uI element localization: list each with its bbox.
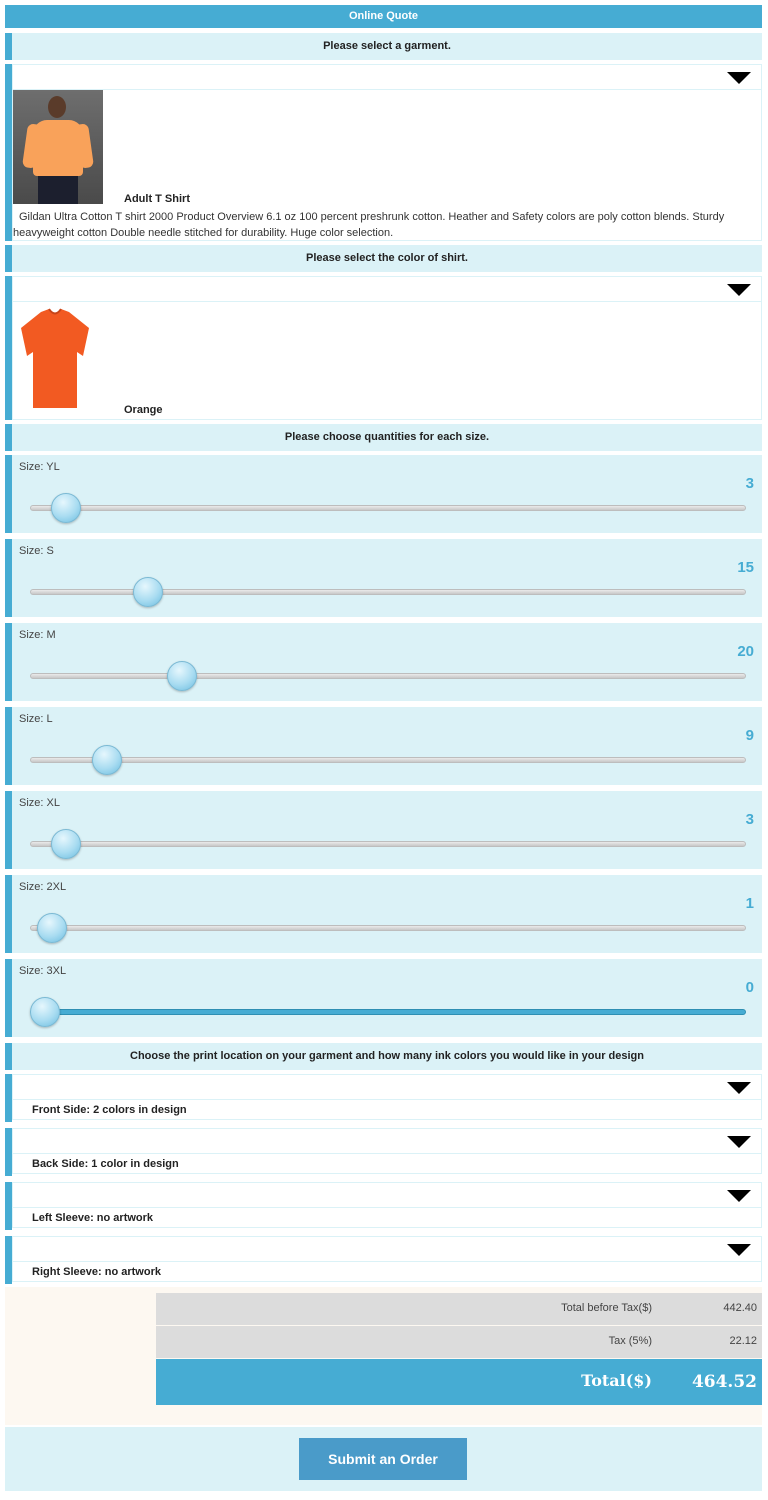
totals-panel: Total before Tax($) 442.40 Tax (5%) 22.1… xyxy=(5,1287,762,1425)
size-label: Size: YL xyxy=(19,461,60,473)
dropdown-arrow-icon[interactable] xyxy=(727,284,751,296)
garment-description: Gildan Ultra Cotton T shirt 2000 Product… xyxy=(13,211,725,239)
shirt-color-image xyxy=(21,308,89,408)
size-slider-row: Size: S 15 xyxy=(5,539,762,617)
print-location-label: Back Side: 1 color in design xyxy=(12,1154,762,1174)
total-before-tax-label: Total before Tax($) xyxy=(561,1302,652,1314)
size-slider-thumb[interactable] xyxy=(50,829,81,859)
size-slider-row: Size: 2XL 1 xyxy=(5,875,762,953)
page-title: Online Quote xyxy=(5,5,762,28)
print-heading: Choose the print location on your garmen… xyxy=(5,1043,762,1070)
size-slider-track[interactable] xyxy=(30,505,746,511)
print-location-select[interactable]: Left Sleeve: no artwork xyxy=(5,1182,762,1230)
print-location-select[interactable]: Right Sleeve: no artwork xyxy=(5,1236,762,1284)
print-location-dropdown[interactable] xyxy=(12,1128,762,1154)
print-location-select[interactable]: Front Side: 2 colors in design xyxy=(5,1074,762,1122)
garment-name: Adult T Shirt xyxy=(124,193,190,205)
dropdown-arrow-icon[interactable] xyxy=(727,1082,751,1094)
print-location-label: Left Sleeve: no artwork xyxy=(12,1208,762,1228)
size-quantity-value: 15 xyxy=(737,559,754,576)
size-slider-track[interactable] xyxy=(30,925,746,931)
dropdown-arrow-icon[interactable] xyxy=(727,72,751,84)
size-slider-thumb[interactable] xyxy=(167,661,198,691)
size-slider-row: Size: M 20 xyxy=(5,623,762,701)
submit-order-button[interactable]: Submit an Order xyxy=(299,1438,467,1480)
garment-dropdown[interactable] xyxy=(12,64,762,90)
size-slider-thumb[interactable] xyxy=(132,577,163,607)
garment-heading: Please select a garment. xyxy=(5,33,762,60)
total-value: 464.52 xyxy=(691,1372,757,1392)
garment-select[interactable]: Adult T Shirt Gildan Ultra Cotton T shir… xyxy=(5,64,762,241)
total-row: Total($) 464.52 xyxy=(156,1359,762,1405)
total-before-tax-value: 442.40 xyxy=(723,1302,757,1314)
size-label: Size: M xyxy=(19,629,56,641)
tax-value: 22.12 xyxy=(729,1335,757,1347)
total-label: Total($) xyxy=(581,1371,652,1390)
size-slider-row: Size: XL 3 xyxy=(5,791,762,869)
garment-image xyxy=(13,90,103,204)
size-slider-row: Size: 3XL 0 xyxy=(5,959,762,1037)
size-label: Size: 2XL xyxy=(19,881,67,893)
size-quantity-value: 20 xyxy=(737,643,754,660)
dropdown-arrow-icon[interactable] xyxy=(727,1136,751,1148)
color-dropdown[interactable] xyxy=(12,276,762,302)
print-location-dropdown[interactable] xyxy=(12,1074,762,1100)
size-quantity-value: 1 xyxy=(745,895,754,912)
print-location-dropdown[interactable] xyxy=(12,1236,762,1262)
size-slider-thumb[interactable] xyxy=(30,997,60,1027)
size-slider-track[interactable] xyxy=(30,1009,746,1015)
size-slider-track[interactable] xyxy=(30,841,746,847)
color-select[interactable]: Orange xyxy=(5,276,762,420)
size-quantity-value: 9 xyxy=(745,727,754,744)
size-slider-thumb[interactable] xyxy=(36,913,67,943)
size-label: Size: 3XL xyxy=(19,965,67,977)
size-slider-row: Size: YL 3 xyxy=(5,455,762,533)
print-location-label: Right Sleeve: no artwork xyxy=(12,1262,762,1282)
dropdown-arrow-icon[interactable] xyxy=(727,1190,751,1202)
dropdown-arrow-icon[interactable] xyxy=(727,1244,751,1256)
size-label: Size: S xyxy=(19,545,54,557)
size-quantity-value: 3 xyxy=(745,475,754,492)
submit-area: Submit an Order xyxy=(5,1427,762,1491)
size-slider-thumb[interactable] xyxy=(50,493,81,523)
color-name: Orange xyxy=(124,404,163,416)
size-slider-track[interactable] xyxy=(30,673,746,679)
size-slider-thumb[interactable] xyxy=(91,745,122,775)
color-heading: Please select the color of shirt. xyxy=(5,245,762,272)
size-label: Size: L xyxy=(19,713,53,725)
print-location-label: Front Side: 2 colors in design xyxy=(12,1100,762,1120)
tax-label: Tax (5%) xyxy=(608,1335,652,1347)
size-slider-track[interactable] xyxy=(30,757,746,763)
size-label: Size: XL xyxy=(19,797,60,809)
size-quantity-value: 3 xyxy=(745,811,754,828)
print-location-dropdown[interactable] xyxy=(12,1182,762,1208)
size-slider-row: Size: L 9 xyxy=(5,707,762,785)
size-quantity-value: 0 xyxy=(745,979,754,996)
total-before-tax-row: Total before Tax($) 442.40 xyxy=(156,1293,762,1325)
print-location-select[interactable]: Back Side: 1 color in design xyxy=(5,1128,762,1176)
sizes-heading: Please choose quantities for each size. xyxy=(5,424,762,451)
tax-row: Tax (5%) 22.12 xyxy=(156,1326,762,1358)
